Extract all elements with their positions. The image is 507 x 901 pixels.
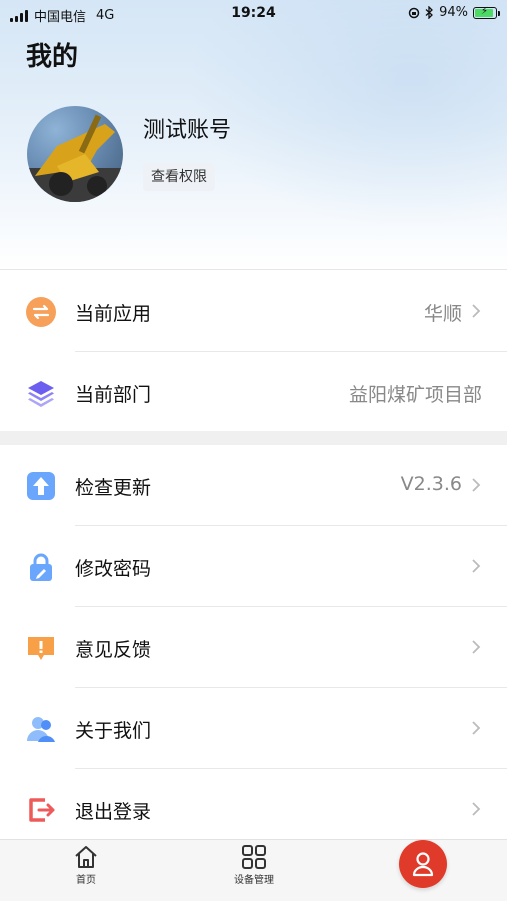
home-icon [75, 846, 97, 868]
menu-item-value: 益阳煤矿项目部 [348, 384, 482, 406]
menu-item-value: 华顺 [423, 303, 462, 325]
menu-item-label: 当前应用 [75, 303, 152, 325]
feedback-icon [28, 637, 54, 660]
menu-item-label: 退出登录 [75, 801, 152, 823]
menu-item-label: 关于我们 [75, 720, 152, 742]
menu-item-label: 修改密码 [75, 558, 152, 580]
menu-item-label: 当前部门 [75, 384, 152, 406]
chevron-right-icon [472, 478, 481, 492]
menu-item-current-app[interactable]: 当前应用 华顺 [0, 271, 507, 351]
avatar[interactable] [27, 106, 123, 202]
menu-item-change-password[interactable]: 修改密码 [0, 526, 507, 606]
status-right: 94% ⚡ [408, 5, 500, 20]
chevron-right-icon [472, 640, 481, 654]
logout-icon [29, 798, 55, 822]
menu-item-label: 检查更新 [75, 477, 152, 499]
lock-icon [30, 553, 52, 581]
menu-item-check-update[interactable]: 检查更新 V2.3.6 [0, 445, 507, 525]
orientation-lock-icon [408, 7, 420, 18]
menu-item-about-us[interactable]: 关于我们 [0, 688, 507, 768]
tab-device-management[interactable]: 设备管理 [209, 844, 299, 886]
tab-home[interactable]: 首页 [41, 844, 131, 886]
battery-percent: 94% [439, 5, 468, 20]
menu-item-logout[interactable]: 退出登录 [0, 769, 507, 849]
divider [0, 269, 507, 270]
battery-icon: ⚡ [473, 5, 500, 19]
menu-item-feedback[interactable]: 意见反馈 [0, 607, 507, 687]
charging-icon: ⚡ [481, 5, 489, 17]
chevron-right-icon [472, 559, 481, 573]
grid-icon [242, 845, 266, 869]
tab-label: 设备管理 [234, 875, 274, 886]
upload-icon [27, 472, 55, 500]
username: 测试账号 [143, 118, 232, 143]
layers-icon [28, 381, 54, 407]
page-title: 我的 [26, 42, 79, 72]
version-value: V2.3.6 [400, 473, 462, 495]
tab-bar: 首页 设备管理 [0, 839, 507, 901]
section-gap [0, 431, 507, 445]
switch-icon [26, 297, 56, 327]
chevron-right-icon [472, 721, 481, 735]
chevron-right-icon [472, 304, 481, 318]
tab-me[interactable] [399, 840, 447, 888]
menu-item-label: 意见反馈 [75, 639, 152, 661]
bluetooth-icon [425, 6, 434, 19]
tab-label: 首页 [76, 875, 96, 886]
menu-item-current-department[interactable]: 当前部门 益阳煤矿项目部 [0, 352, 507, 432]
chevron-right-icon [472, 802, 481, 816]
status-bar: 中国电信 4G 19:24 94% ⚡ [0, 0, 507, 28]
users-icon [27, 717, 55, 742]
view-permissions-button[interactable]: 查看权限 [143, 163, 215, 191]
avatar-image [27, 114, 123, 202]
user-icon [412, 852, 434, 877]
